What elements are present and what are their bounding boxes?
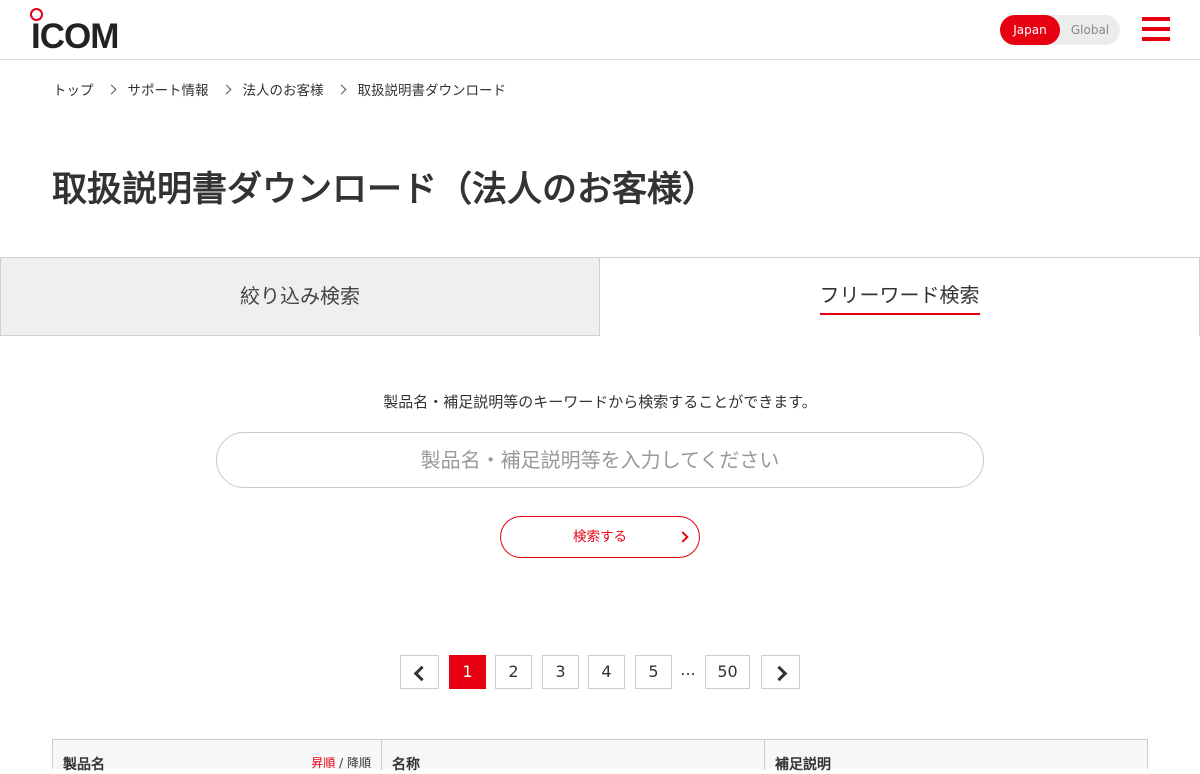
sort-asc-link[interactable]: 昇順 [311, 756, 335, 770]
tab-filter-search[interactable]: 絞り込み検索 [0, 257, 600, 336]
breadcrumb-corporate[interactable]: 法人のお客様 [243, 79, 324, 99]
chevron-right-icon [336, 84, 346, 94]
site-header: ICOM Japan Global [0, 0, 1200, 60]
keyword-search-input[interactable] [216, 432, 984, 488]
breadcrumb-support[interactable]: サポート情報 [128, 79, 209, 99]
results-table: 製品名 昇順 / 降順 名称 補足説明 [52, 739, 1148, 773]
search-button-label: 検索する [573, 529, 627, 545]
pagination-page-1[interactable]: 1 [449, 655, 486, 689]
sort-desc-link[interactable]: 降順 [347, 756, 371, 770]
table-header-name: 名称 [382, 740, 765, 773]
pagination-prev-button[interactable] [400, 655, 439, 689]
icom-logo[interactable]: ICOM [30, 8, 122, 56]
hamburger-menu-icon[interactable] [1142, 17, 1170, 43]
tab-filter-label: 絞り込み検索 [240, 284, 360, 308]
page-title: 取扱説明書ダウンロード（法人のお客様） [52, 170, 718, 210]
region-japan-button[interactable]: Japan [1000, 15, 1060, 45]
search-description: 製品名・補足説明等のキーワードから検索することができます。 [383, 393, 817, 411]
chevron-right-icon [771, 665, 788, 682]
pagination-page-last[interactable]: 50 [705, 655, 750, 689]
pagination-page-2[interactable]: 2 [495, 655, 532, 689]
region-switcher: Japan Global [1000, 15, 1120, 45]
breadcrumb-top[interactable]: トップ [53, 79, 94, 99]
table-header-product: 製品名 昇順 / 降順 [53, 740, 382, 773]
breadcrumb-current: 取扱説明書ダウンロード [357, 83, 507, 99]
logo-text: ICOM [31, 17, 119, 56]
pagination-page-3[interactable]: 3 [542, 655, 579, 689]
breadcrumb: トップ サポート情報 法人のお客様 取扱説明書ダウンロード [53, 79, 506, 99]
pagination-page-5[interactable]: 5 [635, 655, 672, 689]
table-header-note: 補足説明 [775, 757, 831, 773]
pagination-page-4[interactable]: 4 [588, 655, 625, 689]
search-tabs: 絞り込み検索 フリーワード検索 [0, 257, 1200, 337]
tab-freeword-search[interactable]: フリーワード検索 [600, 257, 1200, 336]
chevron-right-icon [677, 531, 689, 543]
search-button[interactable]: 検索する [500, 516, 700, 558]
pagination-ellipsis: ... [680, 660, 696, 679]
chevron-right-icon [106, 84, 116, 94]
chevron-left-icon [413, 665, 430, 682]
sort-separator: / [339, 756, 344, 770]
chevron-right-icon [221, 84, 231, 94]
region-global-button[interactable]: Global [1060, 15, 1120, 45]
pagination-next-button[interactable] [761, 655, 800, 689]
tab-freeword-label: フリーワード検索 [819, 281, 980, 315]
table-header-product-label: 製品名 [63, 757, 105, 773]
